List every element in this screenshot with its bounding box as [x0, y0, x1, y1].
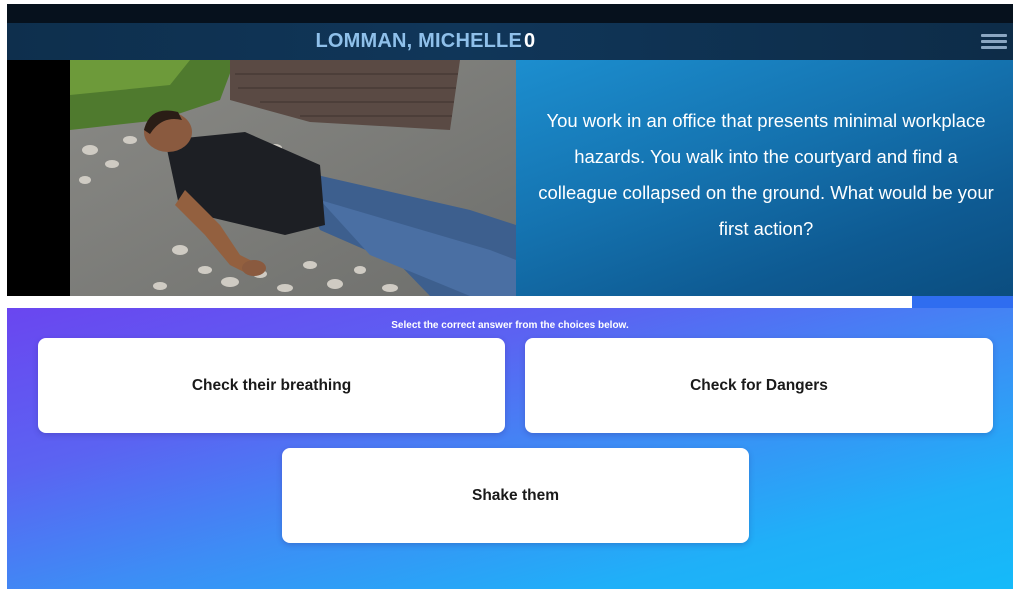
score-value: 0 [524, 30, 536, 52]
question-area: You work in an office that presents mini… [7, 60, 1013, 296]
top-strip [7, 4, 1013, 23]
question-text: You work in an office that presents mini… [538, 110, 994, 239]
answer-option-check-breathing[interactable]: Check their breathing [38, 338, 505, 433]
question-image [70, 60, 516, 296]
header-bar: LOMMAN, MICHELLE 0 [7, 23, 1013, 60]
question-panel: You work in an office that presents mini… [516, 60, 1013, 296]
game-window: LOMMAN, MICHELLE 0 You work in an office… [7, 4, 1013, 589]
menu-line [981, 40, 1007, 43]
progress-bar [7, 296, 1013, 308]
menu-line [981, 46, 1007, 49]
answer-option-shake-them[interactable]: Shake them [282, 448, 749, 543]
collapsed-person-photo [70, 60, 516, 296]
answers-area: Select the correct answer from the choic… [7, 308, 1013, 589]
progress-fill [7, 296, 913, 308]
player-name: LOMMAN, MICHELLE [315, 30, 522, 52]
answer-option-check-dangers[interactable]: Check for Dangers [525, 338, 993, 433]
hamburger-menu-icon[interactable] [981, 31, 1007, 53]
instruction-text: Select the correct answer from the choic… [391, 320, 629, 331]
menu-line [981, 34, 1007, 37]
